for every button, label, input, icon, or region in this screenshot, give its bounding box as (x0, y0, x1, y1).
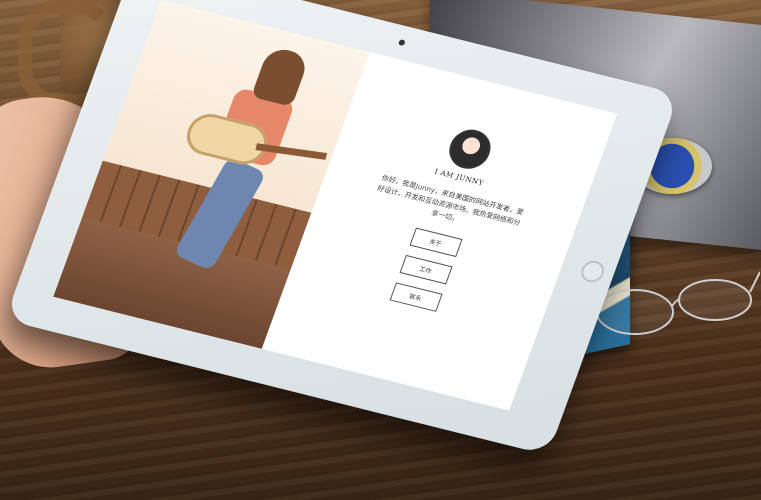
girl-hair (250, 45, 311, 107)
tablet-screen: I AM JUNNY 你好，我是Junny，来自美国的网站开发者，爱好设计，开发… (53, 0, 618, 411)
intro-text: 你好，我是Junny，来自美国的网站开发者，爱好设计，开发和互动资源市场。我热爱… (376, 174, 525, 228)
work-button[interactable]: 工作 (399, 254, 453, 285)
girl-portrait-avatar-icon (443, 125, 496, 173)
home-button-icon[interactable] (578, 258, 608, 285)
front-camera-icon (397, 39, 406, 47)
about-button[interactable]: 关于 (409, 227, 463, 257)
eyeglasses (596, 271, 760, 335)
brand-title: I AM JUNNY (433, 167, 485, 188)
contact-button[interactable]: 联系 (389, 282, 443, 312)
